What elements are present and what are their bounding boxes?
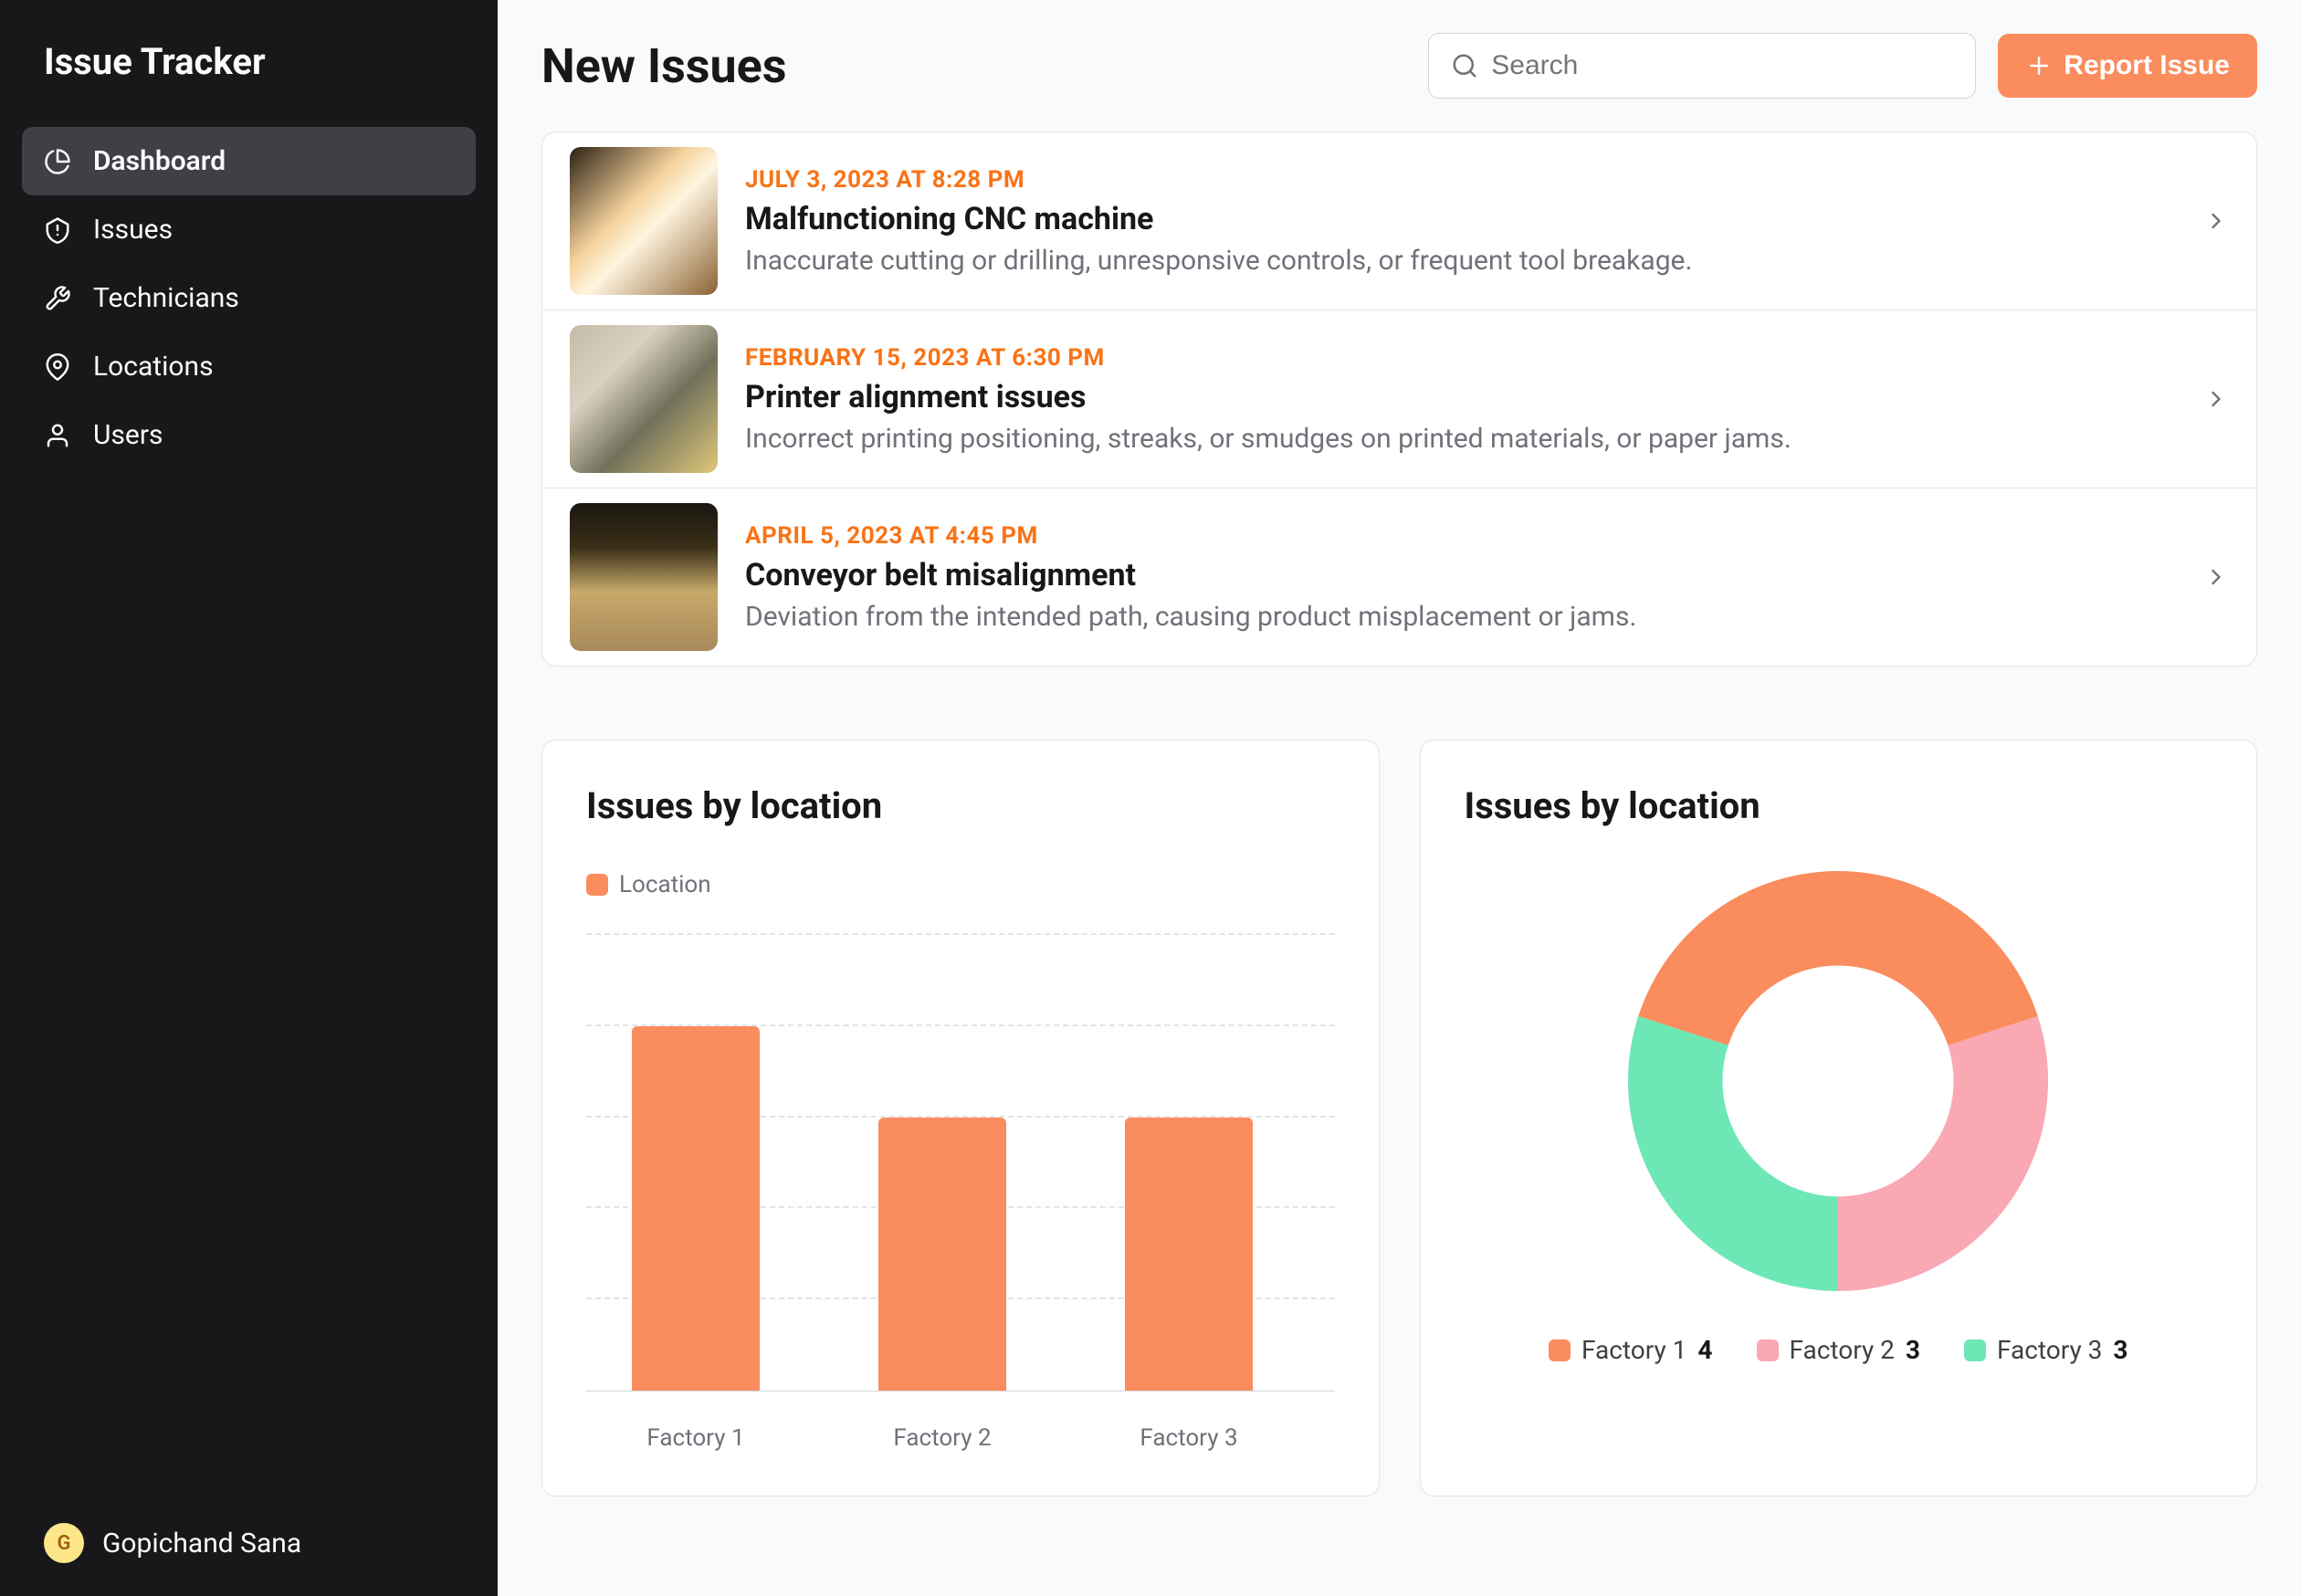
search-icon [1451, 52, 1478, 79]
issue-title: Printer alignment issues [745, 379, 2176, 415]
sidebar-item-issues[interactable]: Issues [22, 195, 476, 264]
sidebar-item-users[interactable]: Users [22, 401, 476, 469]
chevron-right-icon [2203, 386, 2229, 412]
legend-value: 3 [2113, 1335, 2128, 1365]
legend-swatch [586, 874, 608, 896]
issue-row[interactable]: FEBRUARY 15, 2023 AT 6:30 PM Printer ali… [542, 310, 2256, 488]
user-name: Gopichand Sana [102, 1528, 301, 1559]
main: New Issues Report Issue JULY 3, 2023 AT … [498, 0, 2301, 1596]
issue-title: Malfunctioning CNC machine [745, 201, 2176, 237]
chart-title: Issues by location [1465, 784, 2213, 827]
bar-legend: Location [586, 871, 1335, 898]
bar [1125, 1118, 1253, 1391]
bar [878, 1118, 1006, 1391]
sidebar-item-label: Locations [93, 351, 214, 383]
legend-swatch [1549, 1339, 1571, 1361]
avatar: G [44, 1523, 84, 1563]
sidebar: Issue Tracker Dashboard Issues Technicia… [0, 0, 498, 1596]
donut-slice [1838, 1016, 2048, 1291]
legend-label: Factory 1 [1581, 1335, 1686, 1365]
report-issue-label: Report Issue [2064, 50, 2230, 81]
issue-desc: Deviation from the intended path, causin… [745, 601, 2176, 633]
donut-slice [1628, 1016, 1838, 1291]
search-input[interactable] [1491, 50, 1953, 81]
chart-title: Issues by location [586, 784, 1335, 827]
search-box[interactable] [1428, 33, 1976, 99]
plus-icon [2025, 52, 2053, 79]
donut-svg [1628, 871, 2048, 1291]
sidebar-item-label: Dashboard [93, 145, 226, 177]
sidebar-item-locations[interactable]: Locations [22, 332, 476, 401]
report-issue-button[interactable]: Report Issue [1998, 34, 2257, 98]
issue-body: APRIL 5, 2023 AT 4:45 PM Conveyor belt m… [745, 522, 2176, 633]
chevron-right-icon [2203, 208, 2229, 234]
legend-label: Factory 2 [1790, 1335, 1895, 1365]
sidebar-item-label: Users [93, 419, 163, 451]
legend-swatch [1964, 1339, 1986, 1361]
current-user[interactable]: G Gopichand Sana [22, 1512, 476, 1574]
issue-body: FEBRUARY 15, 2023 AT 6:30 PM Printer ali… [745, 344, 2176, 455]
issue-thumbnail [570, 325, 718, 473]
pin-icon [44, 353, 71, 381]
legend-swatch [1757, 1339, 1779, 1361]
issue-date: JULY 3, 2023 AT 8:28 PM [745, 166, 2176, 194]
issue-body: JULY 3, 2023 AT 8:28 PM Malfunctioning C… [745, 166, 2176, 277]
sidebar-item-label: Technicians [93, 282, 239, 314]
issue-row[interactable]: APRIL 5, 2023 AT 4:45 PM Conveyor belt m… [542, 488, 2256, 666]
donut-legend: Factory 1 4Factory 2 3Factory 3 3 [1549, 1335, 2128, 1365]
bar-label: Factory 1 [632, 1424, 760, 1452]
bar-label: Factory 3 [1125, 1424, 1253, 1452]
legend-item: Factory 2 3 [1757, 1335, 1921, 1365]
issue-date: FEBRUARY 15, 2023 AT 6:30 PM [745, 344, 2176, 372]
app-title: Issue Tracker [22, 40, 476, 83]
donut-chart-card: Issues by location Factory 1 4 Factory 2 … [1420, 740, 2258, 1496]
legend-item: Factory 3 3 [1964, 1335, 2128, 1365]
page-title: New Issues [541, 38, 1406, 94]
donut-slice [1639, 871, 2038, 1045]
issues-list: JULY 3, 2023 AT 8:28 PM Malfunctioning C… [541, 131, 2257, 667]
issue-thumbnail [570, 503, 718, 651]
legend-value: 3 [1906, 1335, 1920, 1365]
sidebar-item-technicians[interactable]: Technicians [22, 264, 476, 332]
legend-value: 4 [1697, 1335, 1712, 1365]
issue-thumbnail [570, 147, 718, 295]
issue-desc: Incorrect printing positioning, streaks,… [745, 423, 2176, 455]
legend-label: Location [619, 871, 711, 898]
bar-chart-card: Issues by location Location Factory 1Fac… [541, 740, 1380, 1496]
wrench-icon [44, 285, 71, 312]
charts-grid: Issues by location Location Factory 1Fac… [541, 740, 2257, 1496]
bar-labels: Factory 1 Factory 2 Factory 3 [586, 1424, 1335, 1452]
user-icon [44, 422, 71, 449]
issue-desc: Inaccurate cutting or drilling, unrespon… [745, 245, 2176, 277]
issue-title: Conveyor belt misalignment [745, 557, 2176, 593]
legend-label: Factory 3 [1997, 1335, 2102, 1365]
alert-icon [44, 216, 71, 244]
header: New Issues Report Issue [541, 33, 2257, 99]
nav: Dashboard Issues Technicians Locations U… [22, 127, 476, 1512]
legend-item: Factory 1 4 [1549, 1335, 1713, 1365]
issue-row[interactable]: JULY 3, 2023 AT 8:28 PM Malfunctioning C… [542, 132, 2256, 310]
sidebar-item-dashboard[interactable]: Dashboard [22, 127, 476, 195]
bars [586, 935, 1335, 1391]
bar [632, 1026, 760, 1391]
issue-date: APRIL 5, 2023 AT 4:45 PM [745, 522, 2176, 550]
chevron-right-icon [2203, 564, 2229, 590]
pie-chart-icon [44, 148, 71, 175]
bar-label: Factory 2 [878, 1424, 1006, 1452]
bar-chart [586, 935, 1335, 1391]
sidebar-item-label: Issues [93, 214, 173, 246]
donut-chart: Factory 1 4Factory 2 3Factory 3 3 [1465, 871, 2213, 1365]
